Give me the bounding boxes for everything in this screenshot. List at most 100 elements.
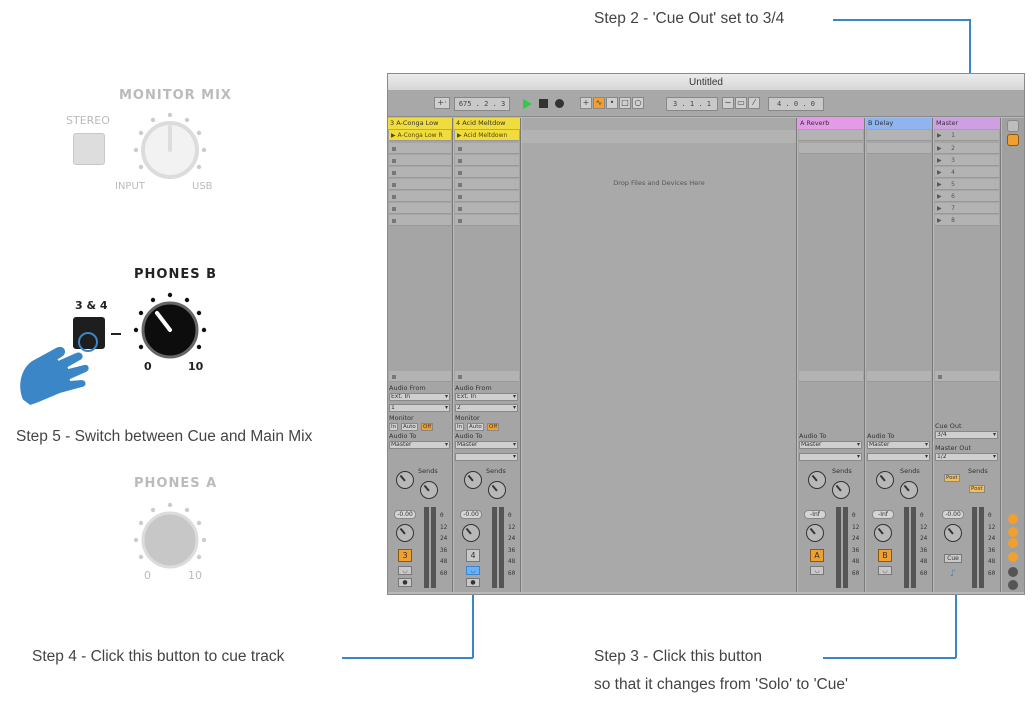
return-b-activator[interactable]: B bbox=[878, 549, 892, 562]
send-b-knob[interactable] bbox=[488, 481, 506, 499]
tap-tempo-icon[interactable]: +· bbox=[434, 97, 450, 109]
overdub-icon[interactable]: + bbox=[580, 97, 592, 109]
metronome-icon[interactable]: ○ bbox=[632, 97, 644, 109]
io-toggle-icon[interactable] bbox=[1008, 514, 1018, 524]
arm-button[interactable]: ● bbox=[466, 578, 480, 587]
clip-slot[interactable] bbox=[389, 215, 451, 226]
drop-area[interactable]: Drop Files and Devices Here bbox=[522, 118, 797, 592]
scene-launch-5[interactable]: ▶ 5 bbox=[935, 179, 999, 190]
record-icon[interactable] bbox=[555, 99, 564, 108]
empty-select[interactable] bbox=[455, 453, 518, 461]
send-a-knob[interactable] bbox=[464, 471, 482, 489]
stop-icon[interactable] bbox=[539, 99, 548, 108]
send-a-knob[interactable] bbox=[396, 471, 414, 489]
master-out-select[interactable]: 1/2 bbox=[935, 453, 998, 461]
cue-out-select[interactable]: 3/4 bbox=[935, 431, 998, 439]
monitor-auto-button[interactable]: Auto bbox=[401, 423, 418, 431]
monitor-in-button[interactable]: In bbox=[455, 423, 465, 431]
audio-to-select[interactable]: Master bbox=[867, 441, 930, 449]
send-b-knob[interactable] bbox=[420, 481, 438, 499]
scene-launch-4[interactable]: ▶ 4 bbox=[935, 167, 999, 178]
clip-slot[interactable] bbox=[389, 143, 451, 154]
pan-knob[interactable] bbox=[806, 524, 824, 542]
scene-launch-6[interactable]: ▶ 6 bbox=[935, 191, 999, 202]
empty-select[interactable] bbox=[867, 453, 930, 461]
return-a-header[interactable]: A Reverb bbox=[798, 118, 864, 129]
monitor-auto-button[interactable]: Auto bbox=[467, 423, 484, 431]
position-display[interactable]: 3 . 1 . 1 bbox=[666, 97, 718, 111]
pan-knob[interactable] bbox=[462, 524, 480, 542]
input-channel-select[interactable]: 2 bbox=[455, 404, 518, 412]
audio-to-select[interactable]: Master bbox=[455, 441, 518, 449]
audio-to-select[interactable]: Master bbox=[799, 441, 862, 449]
session-record-icon[interactable]: • bbox=[606, 97, 618, 109]
play-icon[interactable] bbox=[523, 99, 532, 109]
send-a-knob[interactable] bbox=[808, 471, 826, 489]
volume-display[interactable]: -Inf bbox=[872, 510, 894, 519]
return-b-header[interactable]: B Delay bbox=[866, 118, 932, 129]
crossfader-toggle-icon[interactable] bbox=[1008, 567, 1018, 577]
clip-slot[interactable] bbox=[455, 203, 519, 214]
scene-launch-1[interactable]: ▶ 1 bbox=[935, 130, 999, 141]
pan-knob[interactable] bbox=[874, 524, 892, 542]
side-button[interactable] bbox=[1007, 120, 1019, 132]
audio-from-select[interactable]: Ext. In bbox=[455, 393, 518, 401]
track-activator-3[interactable]: 3 bbox=[398, 549, 412, 562]
headphone-cue-button[interactable]: ◡ bbox=[398, 566, 412, 575]
mixer-toggle-icon[interactable] bbox=[1008, 552, 1018, 562]
loop-icon[interactable]: □ bbox=[619, 97, 631, 109]
clip-slot[interactable] bbox=[455, 167, 519, 178]
punch-in-icon[interactable]: ∼ bbox=[722, 97, 734, 109]
track-3-clip[interactable]: ▶ A-Conga Low R bbox=[389, 130, 451, 141]
clip-slot[interactable] bbox=[389, 371, 451, 382]
send-b-knob[interactable] bbox=[832, 481, 850, 499]
monitor-mix-knob[interactable] bbox=[125, 105, 215, 195]
track-3-header[interactable]: 3 A-Conga Low bbox=[388, 118, 452, 129]
clip-slot[interactable] bbox=[455, 371, 519, 382]
arm-button[interactable]: ● bbox=[398, 578, 412, 587]
clip-slot[interactable] bbox=[455, 179, 519, 190]
audio-from-select[interactable]: Ext. In bbox=[389, 393, 450, 401]
loop-length-display[interactable]: 4 . 0 . 0 bbox=[768, 97, 824, 111]
clip-slot[interactable] bbox=[389, 179, 451, 190]
clip-slot[interactable] bbox=[389, 203, 451, 214]
delay-toggle-icon[interactable] bbox=[1008, 580, 1018, 590]
clip-slot[interactable] bbox=[389, 191, 451, 202]
volume-display[interactable]: -0.00 bbox=[460, 510, 482, 519]
scene-launch-2[interactable]: ▶ 2 bbox=[935, 143, 999, 154]
input-channel-select[interactable]: 1 bbox=[389, 404, 450, 412]
stop-all-clips[interactable] bbox=[935, 371, 999, 382]
track-activator-4[interactable]: 4 bbox=[466, 549, 480, 562]
volume-display[interactable]: -Inf bbox=[804, 510, 826, 519]
clip-slot[interactable] bbox=[389, 167, 451, 178]
clip-slot[interactable] bbox=[455, 143, 519, 154]
loop-switch-icon[interactable]: ▭ bbox=[735, 97, 747, 109]
scene-launch-8[interactable]: ▶ 8 bbox=[935, 215, 999, 226]
scene-launch-7[interactable]: ▶ 7 bbox=[935, 203, 999, 214]
clip-slot[interactable] bbox=[455, 155, 519, 166]
post-button-a[interactable]: Post bbox=[944, 474, 960, 482]
headphone-cue-button[interactable]: ◡ bbox=[878, 566, 892, 575]
returns-toggle-icon[interactable] bbox=[1008, 538, 1018, 548]
automation-arm-icon[interactable]: ∿ bbox=[593, 97, 605, 109]
stereo-button[interactable] bbox=[73, 133, 105, 165]
return-a-activator[interactable]: A bbox=[810, 549, 824, 562]
monitor-off-button[interactable]: Off bbox=[421, 423, 434, 431]
tempo-display[interactable]: 675 . 2 . 3 bbox=[454, 97, 510, 111]
preview-volume-icon[interactable]: ♪ bbox=[950, 569, 956, 579]
scene-launch-3[interactable]: ▶ 3 bbox=[935, 155, 999, 166]
monitor-off-button[interactable]: Off bbox=[487, 423, 500, 431]
post-button-b[interactable]: Post bbox=[969, 485, 985, 493]
audio-to-select[interactable]: Master bbox=[389, 441, 450, 449]
clip-slot[interactable] bbox=[455, 215, 519, 226]
punch-out-icon[interactable]: ⁄ bbox=[748, 97, 760, 109]
send-b-knob[interactable] bbox=[900, 481, 918, 499]
clip-slot[interactable] bbox=[455, 191, 519, 202]
pan-knob[interactable] bbox=[396, 524, 414, 542]
solo-cue-button[interactable]: Cue bbox=[944, 554, 962, 563]
clip-slot[interactable] bbox=[389, 155, 451, 166]
volume-display[interactable]: -0.00 bbox=[942, 510, 964, 519]
headphone-cue-button[interactable]: ◡ bbox=[810, 566, 824, 575]
empty-select[interactable] bbox=[799, 453, 862, 461]
headphone-cue-button[interactable]: ◡ bbox=[466, 566, 480, 575]
